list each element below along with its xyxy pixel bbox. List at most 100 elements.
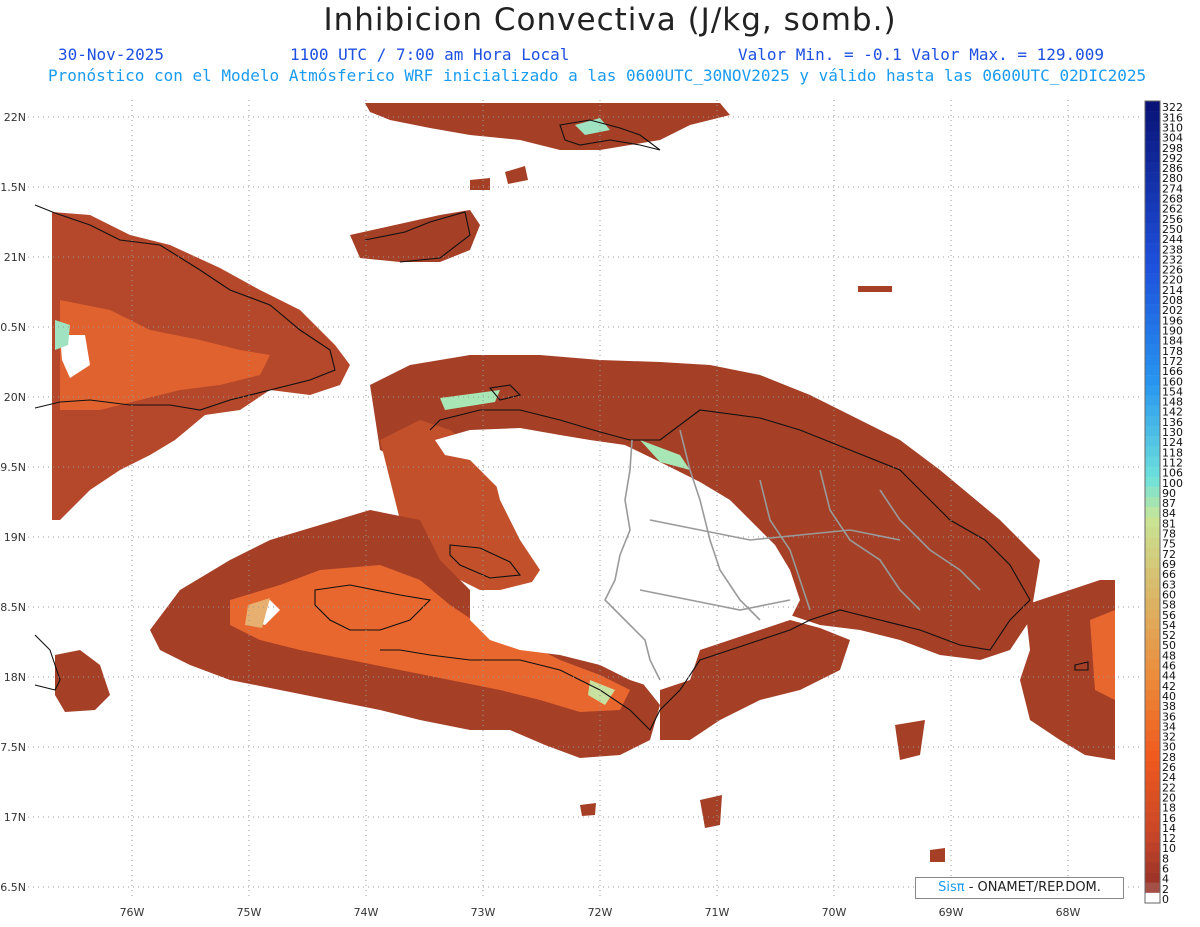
- lat-label: 17N: [4, 811, 26, 824]
- colorbar-swatch: [1145, 192, 1160, 203]
- colorbar-swatch: [1145, 101, 1160, 112]
- colorbar-swatch: [1145, 882, 1160, 894]
- colorbar: 3223163103042982922862802742682622562502…: [1144, 100, 1183, 906]
- colorbar-swatch: [1145, 253, 1160, 264]
- colorbar-swatch: [1145, 811, 1160, 823]
- colorbar-swatch: [1145, 466, 1160, 477]
- colorbar-swatch: [1145, 334, 1160, 345]
- cin-region-north: [365, 103, 730, 150]
- lat-label: 18.5N: [0, 601, 26, 614]
- lon-label: 75W: [237, 906, 262, 919]
- cin-region-south-spot-2: [700, 795, 722, 828]
- colorbar-swatch: [1145, 456, 1160, 467]
- colorbar-swatch: [1145, 588, 1160, 599]
- colorbar-swatch: [1145, 659, 1160, 670]
- colorbar-swatch: [1145, 669, 1160, 680]
- colorbar-swatch: [1145, 293, 1160, 305]
- colorbar-swatch: [1145, 415, 1160, 427]
- colorbar-swatch: [1145, 527, 1160, 538]
- colorbar-swatch: [1145, 385, 1160, 396]
- colorbar-swatch: [1145, 202, 1160, 213]
- colorbar-swatch: [1145, 354, 1160, 366]
- colorbar-swatch: [1145, 537, 1160, 548]
- lat-label: 19N: [4, 531, 26, 544]
- colorbar-swatch: [1145, 750, 1160, 762]
- colorbar-swatch: [1145, 496, 1160, 508]
- sispi-logo: Sisπ: [938, 880, 965, 895]
- colorbar-swatch: [1145, 517, 1160, 528]
- colorbar-swatch: [1145, 598, 1160, 609]
- lat-label: 21.5N: [0, 181, 26, 194]
- colorbar-swatch: [1145, 304, 1160, 315]
- lon-label: 76W: [120, 906, 145, 919]
- colorbar-swatch: [1145, 141, 1160, 153]
- colorbar-swatch: [1145, 364, 1160, 376]
- latitude-labels: 22N 21.5N 21N 20.5N 20N 19.5N 19N 18.5N …: [0, 111, 26, 894]
- colorbar-swatch: [1145, 446, 1160, 457]
- colorbar-swatch: [1145, 740, 1160, 752]
- colorbar-swatch: [1145, 232, 1160, 244]
- colorbar-swatch: [1145, 710, 1160, 721]
- longitude-labels: 76W 75W 74W 73W 72W 71W 70W 69W 68W: [120, 906, 1081, 919]
- colorbar-swatch: [1145, 872, 1160, 883]
- colorbar-swatch: [1145, 689, 1160, 701]
- colorbar-swatch: [1145, 730, 1160, 741]
- lon-label: 74W: [354, 906, 379, 919]
- lat-label: 20.5N: [0, 321, 26, 334]
- colorbar-swatch: [1145, 862, 1160, 873]
- colorbar-swatch: [1145, 618, 1160, 630]
- lat-label: 17.5N: [0, 741, 26, 754]
- colorbar-swatch: [1145, 649, 1160, 660]
- lon-label: 70W: [822, 906, 847, 919]
- colorbar-swatch: [1145, 781, 1160, 792]
- colorbar-swatch: [1145, 161, 1160, 173]
- colorbar-swatch: [1145, 121, 1160, 132]
- lon-label: 69W: [939, 906, 964, 919]
- lat-label: 21N: [4, 251, 26, 264]
- cin-region-jamaica: [55, 650, 110, 712]
- lat-label: 18N: [4, 671, 26, 684]
- colorbar-swatch: [1145, 547, 1160, 559]
- credit-box: Sisπ - ONAMET/REP.DOM.: [915, 877, 1124, 899]
- cin-region-islet-1: [505, 166, 528, 184]
- lat-label: 20N: [4, 391, 26, 404]
- colorbar-swatch: [1145, 486, 1160, 498]
- lat-label: 22N: [4, 111, 26, 124]
- colorbar-swatch: [1145, 507, 1160, 518]
- colorbar-swatch: [1145, 639, 1160, 650]
- forecast-time: 1100 UTC / 7:00 am Hora Local: [290, 45, 570, 64]
- colorbar-swatch: [1145, 679, 1160, 691]
- cin-region-south-spot-3: [580, 803, 596, 816]
- colorbar-swatch: [1145, 557, 1160, 569]
- colorbar-swatch: [1145, 344, 1160, 356]
- colorbar-swatch: [1145, 699, 1160, 711]
- colorbar-swatch: [1145, 567, 1160, 579]
- lon-label: 73W: [471, 906, 496, 919]
- colorbar-swatch: [1145, 151, 1160, 163]
- colorbar-swatch: [1145, 608, 1160, 620]
- min-max-values: Valor Min. = -0.1 Valor Max. = 129.009: [738, 45, 1105, 64]
- colorbar-swatch: [1145, 842, 1160, 853]
- colorbar-swatch: [1145, 182, 1160, 193]
- colorbar-swatch: [1145, 720, 1160, 731]
- cin-region-south-spot-4: [930, 848, 945, 862]
- colorbar-swatch: [1145, 476, 1160, 488]
- forecast-map: 22N 21.5N 21N 20.5N 20N 19.5N 19N 18.5N …: [0, 100, 1183, 919]
- colorbar-swatch: [1145, 283, 1160, 295]
- model-description: Pronóstico con el Modelo Atmósferico WRF…: [48, 66, 1147, 85]
- lon-label: 68W: [1056, 906, 1081, 919]
- colorbar-swatch: [1145, 263, 1160, 274]
- colorbar-swatch: [1145, 578, 1160, 589]
- map-title: Inhibicion Convectiva (J/kg, somb.): [323, 2, 897, 38]
- colorbar-swatch: [1145, 821, 1160, 833]
- lon-label: 71W: [705, 906, 730, 919]
- cin-region-south-spot-1: [895, 720, 925, 760]
- colorbar-swatch: [1145, 111, 1160, 122]
- colorbar-swatch: [1145, 243, 1160, 254]
- colorbar-swatch: [1145, 425, 1160, 437]
- forecast-date: 30-Nov-2025: [58, 45, 164, 64]
- colorbar-swatch: [1145, 892, 1160, 904]
- cin-region-islet-2: [470, 178, 490, 190]
- credit-text: - ONAMET/REP.DOM.: [964, 880, 1101, 895]
- colorbar-swatch: [1145, 801, 1160, 812]
